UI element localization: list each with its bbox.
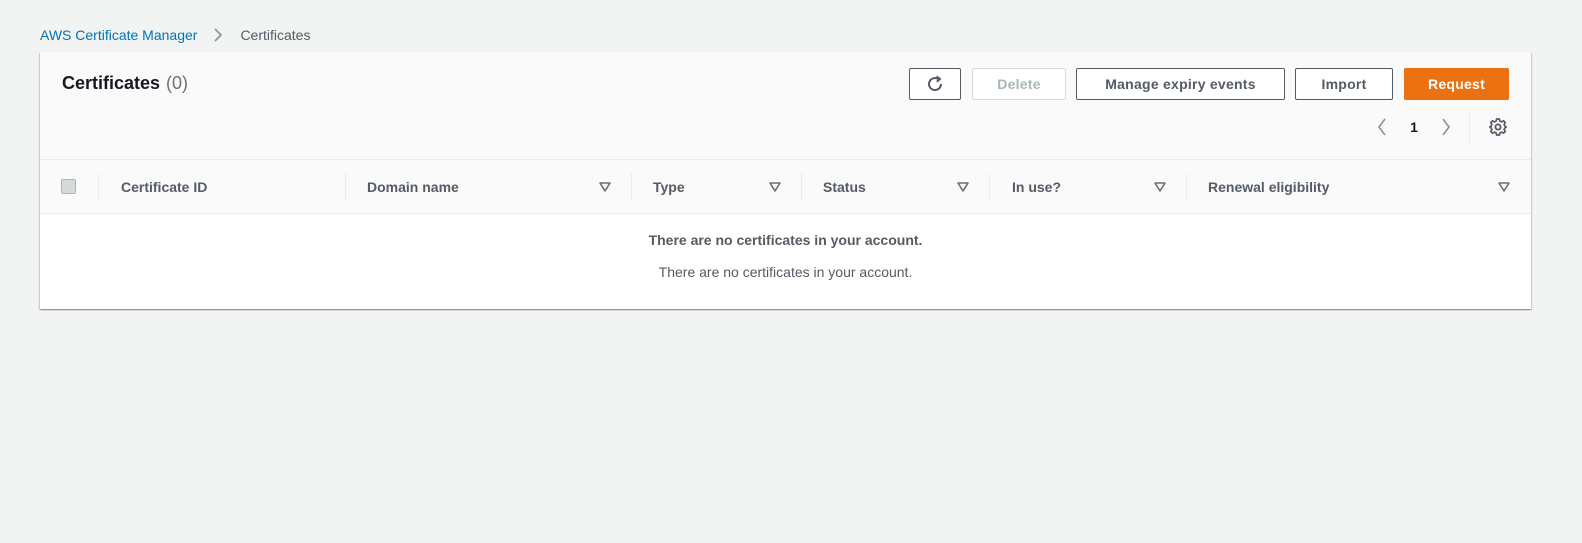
refresh-button[interactable] (909, 68, 961, 100)
column-header-status[interactable]: Status (823, 160, 866, 214)
chevron-right-icon[interactable] (1434, 115, 1458, 139)
caret-down-icon[interactable] (956, 180, 970, 194)
certificates-panel: Certificates (0) Delete Manage expiry eve… (40, 52, 1531, 309)
breadcrumb-current: Certificates (240, 27, 311, 43)
empty-state-title: There are no certificates in your accoun… (648, 232, 923, 248)
caret-down-icon[interactable] (768, 180, 782, 194)
pagination: 1 (1370, 115, 1458, 139)
select-all-checkbox[interactable] (61, 179, 76, 194)
caret-down-icon[interactable] (598, 180, 612, 194)
column-divider (801, 173, 802, 201)
breadcrumb: AWS Certificate Manager Certificates (40, 25, 310, 45)
page-title-text: Certificates (62, 73, 161, 93)
column-divider (345, 173, 346, 201)
refresh-icon (926, 75, 944, 93)
pager-divider (1469, 111, 1470, 143)
breadcrumb-link-acm[interactable]: AWS Certificate Manager (40, 27, 197, 43)
page-number[interactable]: 1 (1394, 119, 1434, 135)
gear-icon[interactable] (1486, 115, 1510, 139)
certificate-count: (0) (166, 73, 189, 93)
column-divider (98, 173, 99, 201)
column-header-type[interactable]: Type (653, 160, 685, 214)
chevron-left-icon[interactable] (1370, 115, 1394, 139)
column-header-in-use[interactable]: In use? (1012, 160, 1061, 214)
import-button[interactable]: Import (1295, 68, 1393, 100)
caret-down-icon[interactable] (1497, 180, 1511, 194)
caret-down-icon[interactable] (1153, 180, 1167, 194)
column-divider (631, 173, 632, 201)
column-header-certificate-id[interactable]: Certificate ID (121, 160, 207, 214)
column-header-domain-name[interactable]: Domain name (367, 160, 459, 214)
column-header-renewal-eligibility[interactable]: Renewal eligibility (1208, 160, 1329, 214)
manage-expiry-events-button[interactable]: Manage expiry events (1076, 68, 1285, 100)
empty-state-description: There are no certificates in your accoun… (658, 264, 913, 280)
table-header: Certificate ID Domain name Type Status I… (40, 160, 1531, 214)
chevron-right-icon (210, 27, 226, 43)
column-divider (989, 173, 990, 201)
panel-header: Certificates (0) Delete Manage expiry eve… (40, 52, 1531, 160)
page-title: Certificates (0) (62, 72, 188, 94)
column-divider (1186, 173, 1187, 201)
request-button[interactable]: Request (1404, 68, 1509, 100)
delete-button[interactable]: Delete (972, 68, 1066, 100)
